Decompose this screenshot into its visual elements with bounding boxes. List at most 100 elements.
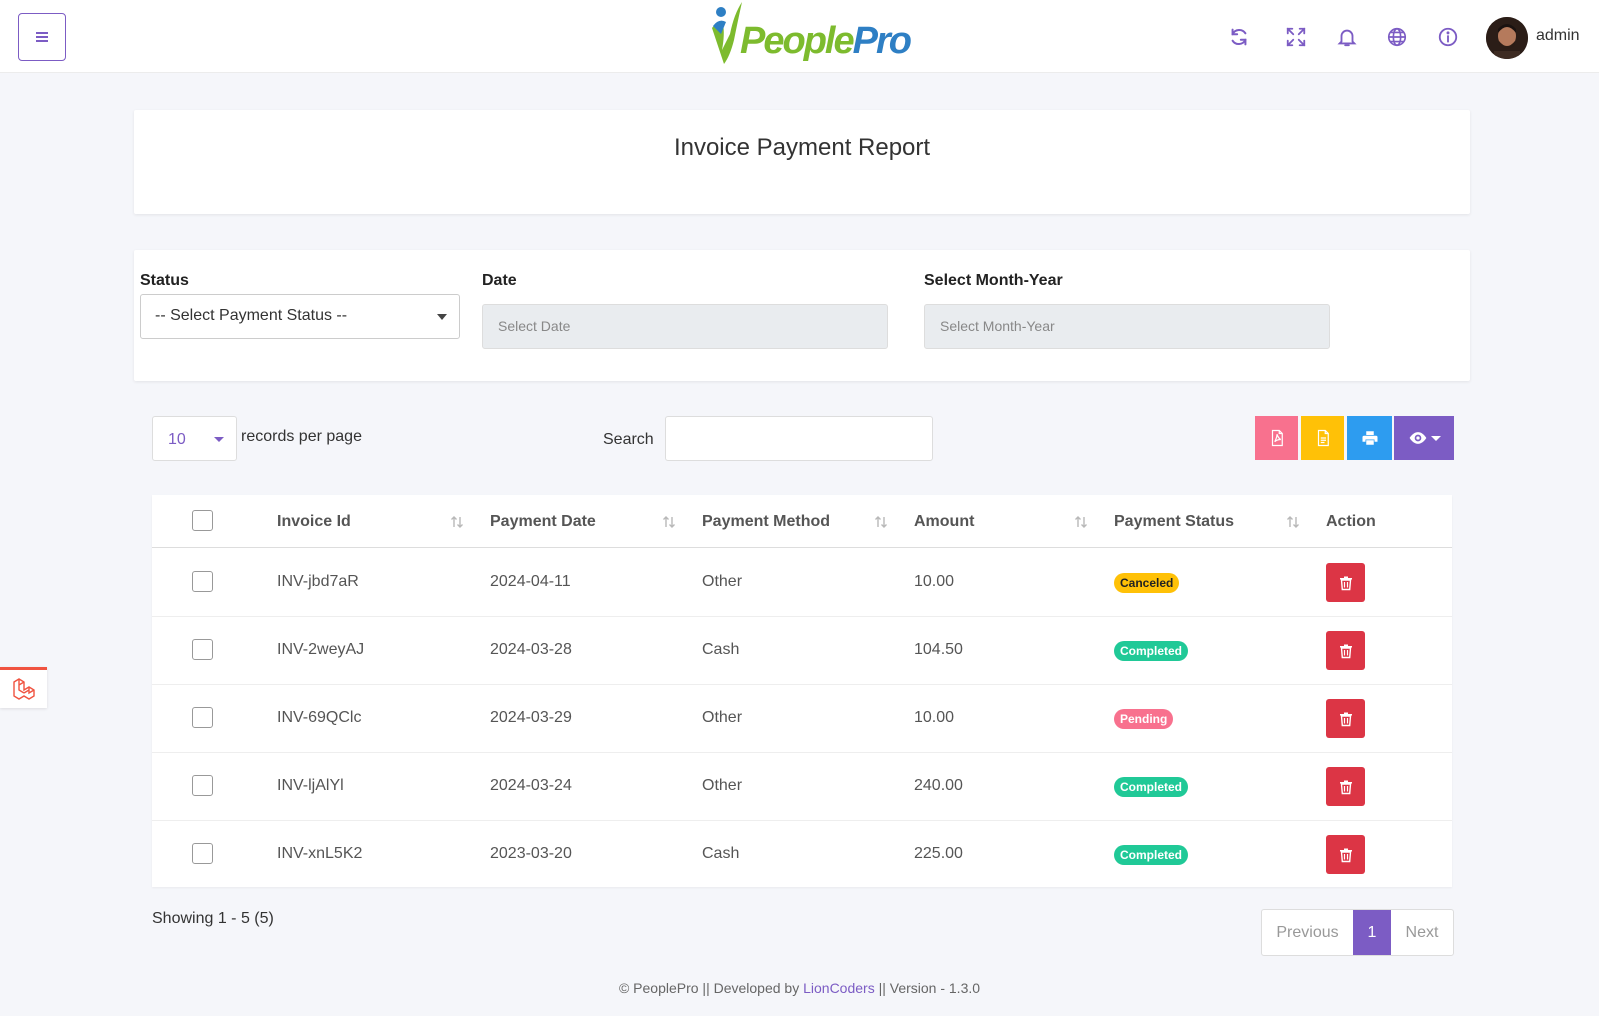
payment-method-cell: Cash [702, 641, 740, 658]
row-checkbox[interactable] [192, 843, 213, 864]
eye-icon [1409, 432, 1426, 444]
amount-cell: 10.00 [914, 573, 955, 590]
amount-cell: 10.00 [914, 709, 955, 726]
records-per-page-select[interactable]: 10 [152, 416, 237, 461]
info-icon[interactable] [1437, 26, 1459, 48]
status-badge: Pending [1114, 709, 1174, 729]
row-checkbox[interactable] [192, 571, 213, 592]
search-input[interactable] [665, 416, 933, 461]
previous-page-button[interactable]: Previous [1262, 910, 1353, 955]
username[interactable]: admin [1536, 27, 1580, 45]
select-all-checkbox[interactable] [192, 510, 213, 531]
page-title: Invoice Payment Report [673, 134, 931, 161]
laravel-icon [12, 678, 35, 700]
fullscreen-icon[interactable] [1285, 26, 1307, 48]
trash-icon [1339, 712, 1352, 726]
column-visibility-button[interactable] [1394, 416, 1454, 460]
file-icon [1317, 429, 1329, 447]
month-year-placeholder: Select Month-Year [940, 318, 1055, 334]
trash-icon [1339, 780, 1352, 794]
bell-icon[interactable] [1336, 26, 1358, 48]
delete-button[interactable] [1326, 767, 1365, 806]
search-label: Search [603, 431, 654, 448]
brand-logo[interactable]: PeoplePro [708, 0, 912, 74]
pagination: Previous 1 Next [1261, 909, 1454, 956]
payment-method-cell: Other [702, 709, 743, 726]
date-placeholder: Select Date [498, 318, 571, 334]
invoice-id-cell: INV-2weyAJ [277, 641, 365, 658]
payment-date-cell: 2024-03-24 [490, 777, 572, 794]
brand-wordmark: PeoplePro [740, 19, 912, 62]
table-row: INV-jbd7aR 2024-04-11 Other 10.00 Canceled [152, 549, 1452, 617]
next-page-button[interactable]: Next [1391, 910, 1453, 955]
sort-icon[interactable] [1073, 514, 1089, 530]
developer-link[interactable]: LionCoders [803, 980, 875, 996]
sort-icon[interactable] [449, 514, 465, 530]
sort-icon[interactable] [661, 514, 677, 530]
debug-bar-tab[interactable] [0, 667, 47, 708]
table-header: Invoice Id Payment Date Payment Method A… [152, 495, 1452, 548]
month-year-label: Select Month-Year [924, 272, 1063, 289]
invoice-table: Invoice Id Payment Date Payment Method A… [152, 495, 1452, 887]
trash-icon [1339, 848, 1352, 862]
footer: © PeoplePro || Developed by LionCoders |… [0, 980, 1599, 996]
date-input[interactable]: Select Date [482, 304, 888, 349]
payment-status-value: -- Select Payment Status -- [155, 307, 348, 324]
table-row: INV-69QClc 2024-03-29 Other 10.00 Pending [152, 685, 1452, 753]
month-year-input[interactable]: Select Month-Year [924, 304, 1330, 349]
sort-icon[interactable] [873, 514, 889, 530]
export-csv-button[interactable] [1301, 416, 1344, 460]
amount-cell: 104.50 [914, 641, 963, 658]
row-checkbox[interactable] [192, 707, 213, 728]
column-payment-method[interactable]: Payment Method [702, 513, 830, 531]
amount-cell: 240.00 [914, 777, 963, 794]
amount-cell: 225.00 [914, 845, 963, 862]
chevron-down-icon [437, 314, 447, 320]
status-badge: Completed [1114, 777, 1189, 797]
date-label: Date [482, 272, 517, 289]
footer-prefix: © PeoplePro || Developed by [618, 980, 804, 996]
menu-toggle-button[interactable] [18, 13, 66, 61]
column-payment-status[interactable]: Payment Status [1114, 513, 1234, 531]
trash-icon [1339, 644, 1352, 658]
pdf-icon [1271, 429, 1283, 447]
status-label: Status [140, 272, 189, 289]
print-icon [1362, 431, 1377, 445]
column-invoice-id[interactable]: Invoice Id [277, 513, 351, 531]
table-row: INV-2weyAJ 2024-03-28 Cash 104.50 Completed [152, 617, 1452, 685]
export-pdf-button[interactable] [1255, 416, 1298, 460]
row-checkbox[interactable] [192, 639, 213, 660]
delete-button[interactable] [1326, 699, 1365, 738]
payment-method-cell: Other [702, 573, 743, 590]
delete-button[interactable] [1326, 563, 1365, 602]
page-1-button[interactable]: 1 [1353, 910, 1391, 955]
logo-mark-icon [708, 0, 746, 74]
status-badge: Completed [1114, 641, 1189, 661]
footer-suffix: || Version - 1.3.0 [874, 980, 981, 996]
payment-date-cell: 2024-03-29 [490, 709, 572, 726]
status-badge: Completed [1114, 845, 1189, 865]
delete-button[interactable] [1326, 631, 1365, 670]
showing-info: Showing 1 - 5 (5) [152, 910, 274, 927]
filter-card: Status -- Select Payment Status -- Date … [134, 250, 1470, 381]
chevron-down-icon [214, 437, 224, 442]
payment-method-cell: Cash [702, 845, 740, 862]
top-header: PeoplePro admin [0, 0, 1599, 73]
column-payment-date[interactable]: Payment Date [490, 513, 596, 531]
print-button[interactable] [1347, 416, 1392, 460]
trash-icon [1339, 576, 1352, 590]
invoice-id-cell: INV-jbd7aR [277, 573, 359, 590]
hamburger-icon [36, 32, 48, 42]
status-badge: Canceled [1114, 573, 1180, 593]
payment-date-cell: 2024-03-28 [490, 641, 572, 658]
avatar[interactable] [1486, 17, 1528, 59]
row-checkbox[interactable] [192, 775, 213, 796]
refresh-icon[interactable] [1228, 26, 1250, 48]
sort-icon[interactable] [1285, 514, 1301, 530]
payment-method-cell: Other [702, 777, 743, 794]
globe-icon[interactable] [1386, 26, 1408, 48]
column-amount[interactable]: Amount [914, 513, 974, 531]
delete-button[interactable] [1326, 835, 1365, 874]
payment-status-select[interactable]: -- Select Payment Status -- [140, 294, 460, 339]
table-row: INV-ljAlYl 2024-03-24 Other 240.00 Completed [152, 753, 1452, 821]
